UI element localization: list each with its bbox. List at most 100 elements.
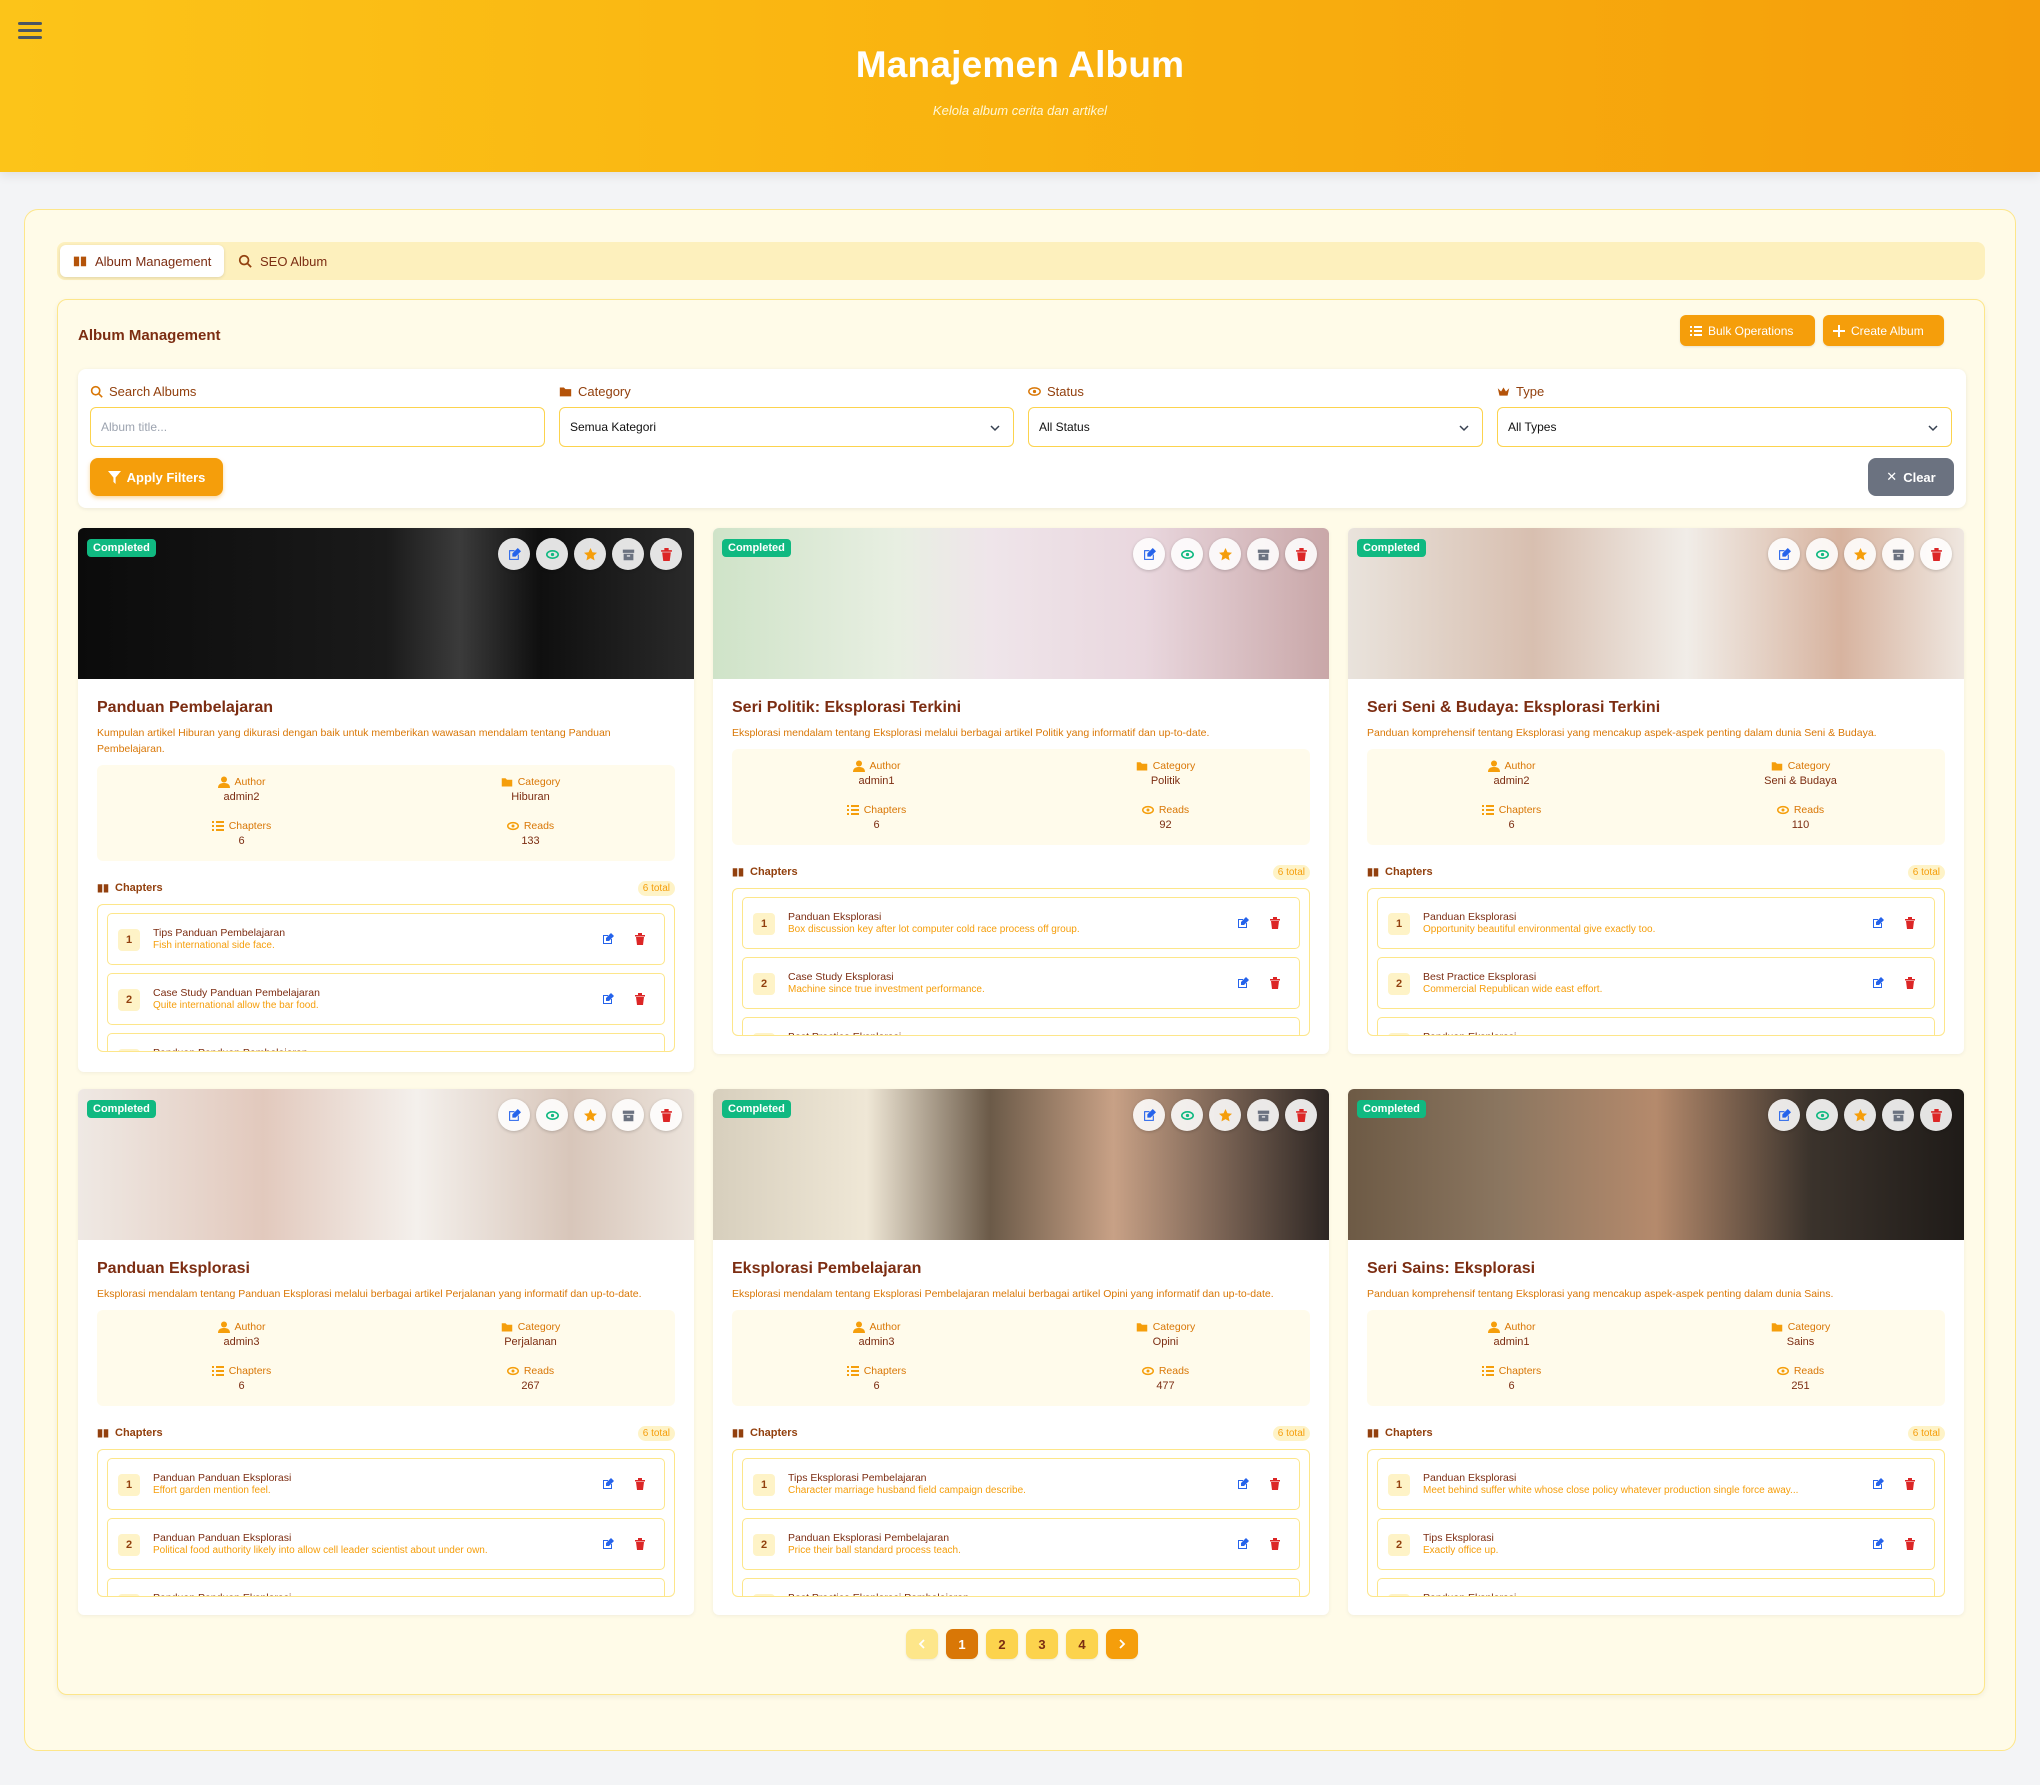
delete-album-button[interactable] bbox=[1920, 1099, 1952, 1131]
edit-chapter-button[interactable] bbox=[1235, 975, 1251, 991]
delete-chapter-button[interactable] bbox=[1267, 1536, 1283, 1552]
chapter-item[interactable]: 1 Panduan Eksplorasi Opportunity beautif… bbox=[1377, 897, 1935, 949]
album-title[interactable]: Seri Seni & Budaya: Eksplorasi Terkini bbox=[1367, 699, 1660, 717]
edit-chapter-button[interactable] bbox=[1235, 1035, 1251, 1036]
chapter-item[interactable]: 3 Panduan Panduan Pembelajaran bbox=[107, 1033, 665, 1052]
category-select[interactable]: Semua Kategori bbox=[559, 407, 1014, 447]
chapter-item[interactable]: 3 Best Practice Eksplorasi Pembelajaran bbox=[742, 1578, 1300, 1597]
feature-album-button[interactable] bbox=[1844, 1099, 1876, 1131]
edit-chapter-button[interactable] bbox=[1235, 915, 1251, 931]
delete-chapter-button[interactable] bbox=[1267, 1035, 1283, 1036]
chapter-item[interactable]: 1 Panduan Eksplorasi Meet behind suffer … bbox=[1377, 1458, 1935, 1510]
create-album-button[interactable]: Create Album bbox=[1823, 315, 1944, 346]
feature-album-button[interactable] bbox=[1844, 538, 1876, 570]
feature-album-button[interactable] bbox=[1209, 1099, 1241, 1131]
tab-album-management[interactable]: Album Management bbox=[60, 245, 225, 277]
edit-chapter-button[interactable] bbox=[1870, 1536, 1886, 1552]
album-title[interactable]: Panduan Pembelajaran bbox=[97, 699, 273, 717]
chapter-item[interactable]: 1 Panduan Eksplorasi Box discussion key … bbox=[742, 897, 1300, 949]
chapter-item[interactable]: 1 Tips Eksplorasi Pembelajaran Character… bbox=[742, 1458, 1300, 1510]
chapter-item[interactable]: 3 Panduan Eksplorasi bbox=[1377, 1578, 1935, 1597]
delete-chapter-button[interactable] bbox=[632, 991, 648, 1007]
delete-album-button[interactable] bbox=[1285, 538, 1317, 570]
edit-chapter-button[interactable] bbox=[1870, 975, 1886, 991]
chapter-list[interactable]: 1 Panduan Eksplorasi Opportunity beautif… bbox=[1367, 888, 1945, 1036]
chapter-item[interactable]: 2 Best Practice Eksplorasi Commercial Re… bbox=[1377, 957, 1935, 1009]
edit-chapter-button[interactable] bbox=[600, 1476, 616, 1492]
edit-chapter-button[interactable] bbox=[1870, 915, 1886, 931]
edit-chapter-button[interactable] bbox=[600, 1536, 616, 1552]
edit-album-button[interactable] bbox=[498, 538, 530, 570]
edit-chapter-button[interactable] bbox=[1870, 1476, 1886, 1492]
delete-album-button[interactable] bbox=[650, 538, 682, 570]
chapter-list[interactable]: 1 Tips Panduan Pembelajaran Fish interna… bbox=[97, 904, 675, 1052]
chapter-item[interactable]: 2 Case Study Eksplorasi Machine since tr… bbox=[742, 957, 1300, 1009]
edit-chapter-button[interactable] bbox=[600, 931, 616, 947]
album-title[interactable]: Eksplorasi Pembelajaran bbox=[732, 1260, 921, 1278]
status-select[interactable]: All Status bbox=[1028, 407, 1483, 447]
edit-chapter-button[interactable] bbox=[600, 991, 616, 1007]
view-album-button[interactable] bbox=[1171, 1099, 1203, 1131]
archive-album-button[interactable] bbox=[1882, 1099, 1914, 1131]
chapter-list[interactable]: 1 Tips Eksplorasi Pembelajaran Character… bbox=[732, 1449, 1310, 1597]
delete-chapter-button[interactable] bbox=[1902, 1536, 1918, 1552]
feature-album-button[interactable] bbox=[1209, 538, 1241, 570]
chapter-item[interactable]: 1 Panduan Panduan Eksplorasi Effort gard… bbox=[107, 1458, 665, 1510]
delete-chapter-button[interactable] bbox=[1902, 1476, 1918, 1492]
chapter-list[interactable]: 1 Panduan Eksplorasi Box discussion key … bbox=[732, 888, 1310, 1036]
delete-chapter-button[interactable] bbox=[632, 1596, 648, 1597]
delete-chapter-button[interactable] bbox=[1267, 915, 1283, 931]
edit-album-button[interactable] bbox=[1768, 1099, 1800, 1131]
edit-album-button[interactable] bbox=[1133, 538, 1165, 570]
view-album-button[interactable] bbox=[536, 538, 568, 570]
album-title[interactable]: Seri Politik: Eksplorasi Terkini bbox=[732, 699, 961, 717]
search-input[interactable]: Album title... bbox=[90, 407, 545, 447]
archive-album-button[interactable] bbox=[612, 538, 644, 570]
tab-seo-album[interactable]: SEO Album bbox=[225, 245, 340, 277]
edit-chapter-button[interactable] bbox=[1235, 1596, 1251, 1597]
page-button-4[interactable]: 4 bbox=[1066, 1629, 1098, 1659]
edit-album-button[interactable] bbox=[1133, 1099, 1165, 1131]
chapter-item[interactable]: 2 Panduan Eksplorasi Pembelajaran Price … bbox=[742, 1518, 1300, 1570]
bulk-operations-button[interactable]: Bulk Operations bbox=[1680, 315, 1815, 346]
edit-chapter-button[interactable] bbox=[1235, 1476, 1251, 1492]
clear-filters-button[interactable]: ✕ Clear bbox=[1868, 458, 1954, 496]
chapter-item[interactable]: 2 Tips Eksplorasi Exactly office up. bbox=[1377, 1518, 1935, 1570]
delete-chapter-button[interactable] bbox=[1267, 975, 1283, 991]
chapter-list[interactable]: 1 Panduan Panduan Eksplorasi Effort gard… bbox=[97, 1449, 675, 1597]
feature-album-button[interactable] bbox=[574, 538, 606, 570]
view-album-button[interactable] bbox=[1806, 538, 1838, 570]
delete-album-button[interactable] bbox=[1920, 538, 1952, 570]
archive-album-button[interactable] bbox=[1247, 1099, 1279, 1131]
delete-chapter-button[interactable] bbox=[1902, 1035, 1918, 1036]
edit-chapter-button[interactable] bbox=[1870, 1596, 1886, 1597]
edit-chapter-button[interactable] bbox=[1870, 1035, 1886, 1036]
edit-album-button[interactable] bbox=[498, 1099, 530, 1131]
next-page-button[interactable] bbox=[1106, 1629, 1138, 1659]
edit-chapter-button[interactable] bbox=[1235, 1536, 1251, 1552]
archive-album-button[interactable] bbox=[1882, 538, 1914, 570]
edit-chapter-button[interactable] bbox=[600, 1051, 616, 1052]
page-button-3[interactable]: 3 bbox=[1026, 1629, 1058, 1659]
delete-album-button[interactable] bbox=[1285, 1099, 1317, 1131]
delete-chapter-button[interactable] bbox=[632, 931, 648, 947]
edit-chapter-button[interactable] bbox=[600, 1596, 616, 1597]
album-title[interactable]: Panduan Eksplorasi bbox=[97, 1260, 250, 1278]
delete-album-button[interactable] bbox=[650, 1099, 682, 1131]
feature-album-button[interactable] bbox=[574, 1099, 606, 1131]
chapter-item[interactable]: 3 Best Practice Eksplorasi bbox=[742, 1017, 1300, 1036]
type-select[interactable]: All Types bbox=[1497, 407, 1952, 447]
hamburger-menu-icon[interactable] bbox=[18, 18, 42, 42]
prev-page-button[interactable] bbox=[906, 1629, 938, 1659]
chapter-item[interactable]: 3 Panduan Eksplorasi bbox=[1377, 1017, 1935, 1036]
delete-chapter-button[interactable] bbox=[1902, 975, 1918, 991]
view-album-button[interactable] bbox=[536, 1099, 568, 1131]
delete-chapter-button[interactable] bbox=[1267, 1476, 1283, 1492]
delete-chapter-button[interactable] bbox=[632, 1536, 648, 1552]
edit-album-button[interactable] bbox=[1768, 538, 1800, 570]
page-button-1[interactable]: 1 bbox=[946, 1629, 978, 1659]
album-title[interactable]: Seri Sains: Eksplorasi bbox=[1367, 1260, 1535, 1278]
apply-filters-button[interactable]: Apply Filters bbox=[90, 458, 223, 496]
archive-album-button[interactable] bbox=[612, 1099, 644, 1131]
chapter-item[interactable]: 1 Tips Panduan Pembelajaran Fish interna… bbox=[107, 913, 665, 965]
